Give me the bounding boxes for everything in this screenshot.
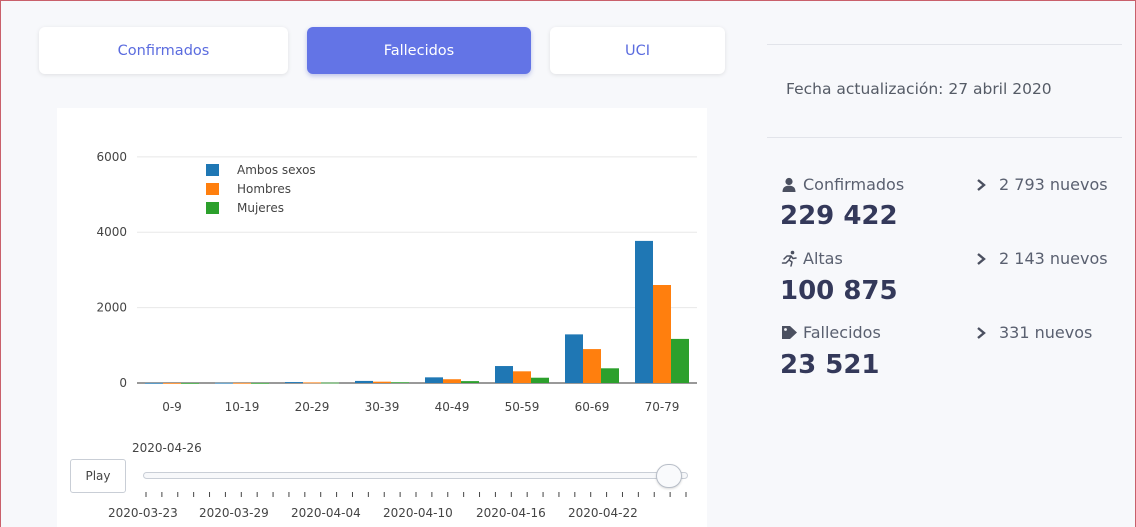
stat-fallecidos-new: 331 nuevos [972,323,1092,342]
stat-label-text: Confirmados [803,175,905,194]
stat-altas-value: 100 875 [780,276,898,306]
bar-hombres [303,382,321,384]
update-date: Fecha actualización: 27 abril 2020 [786,80,1052,98]
bar-hombres [653,285,671,383]
chart-card: 0 2000 4000 6000 0-9 10-19 20-29 30-39 40-49 50-5… [57,108,707,527]
tab-label: UCI [624,42,650,59]
legend-label: Ambos sexos [237,163,316,177]
x-tick-label: 60-69 [575,400,610,414]
bar-ambos-sexos [635,240,653,383]
legend-swatch [206,202,219,214]
stat-new-text: 331 nuevos [999,323,1093,342]
bar-mujeres [601,368,619,383]
user-icon [780,176,798,194]
x-tick-label: 30-39 [365,400,400,414]
bar-mujeres [251,382,269,384]
stat-label-text: Fallecidos [803,323,881,342]
stat-new-text: 2 793 nuevos [999,175,1108,194]
bar-mujeres [321,382,339,384]
bar-mujeres [531,377,549,383]
bar-mujeres [181,382,199,384]
x-tick-label: 0-9 [162,400,182,414]
stat-new-text: 2 143 nuevos [999,249,1108,268]
slider-date-label: 2020-04-22 [568,506,638,520]
stat-confirmados-label: Confirmados [780,175,904,194]
bar-ambos-sexos [565,334,583,383]
legend-label: Mujeres [237,201,284,215]
play-button[interactable]: Play [70,459,126,493]
x-tick-label: 20-29 [295,400,330,414]
legend-swatch [206,164,219,176]
bar-mujeres [461,381,479,383]
stat-altas-label: Altas [780,249,843,268]
bar-ambos-sexos [285,382,303,383]
stat-label-text: Altas [803,249,843,268]
x-tick-label: 70-79 [645,400,680,414]
stat-fallecidos-label: Fallecidos [780,323,881,342]
slider-date-label: 2020-03-29 [199,506,269,520]
slider-current-date: 2020-04-26 [132,441,202,455]
chevron-right-icon [972,176,990,194]
bar-ambos-sexos [425,377,443,383]
stat-confirmados-value: 229 422 [780,201,898,231]
y-tick-label: 6000 [96,150,127,164]
bar-hombres [163,382,181,384]
bar-ambos-sexos [495,366,513,383]
running-icon [780,250,798,268]
x-tick-label: 40-49 [435,400,470,414]
bar-ambos-sexos [355,380,373,383]
stat-altas-new: 2 143 nuevos [972,249,1108,268]
x-tick-label: 50-59 [505,400,540,414]
stat-fallecidos-value: 23 521 [780,350,880,380]
y-tick-label: 4000 [96,225,127,239]
y-tick-label: 0 [119,376,127,390]
play-button-label: Play [85,469,111,483]
chevron-right-icon [972,250,990,268]
legend-label: Hombres [237,182,291,196]
stat-confirmados-new: 2 793 nuevos [972,175,1108,194]
bar-hombres [513,371,531,383]
slider-date-label: 2020-04-16 [476,506,546,520]
tag-icon [780,324,798,342]
tab-label: Fallecidos [383,42,455,59]
bar-hombres [583,349,601,383]
slider-date-label: 2020-04-10 [383,506,453,520]
bar-hombres [373,381,391,383]
date-slider-track[interactable] [143,472,688,479]
y-tick-label: 2000 [96,301,127,315]
bar-hombres [233,382,251,384]
bar-chart: 0 2000 4000 6000 0-9 10-19 20-29 30-39 40-49 50-5… [96,150,697,414]
slider-date-label: 2020-03-23 [108,506,178,520]
tab-confirmados[interactable]: Confirmados [39,27,288,74]
bar-ambos-sexos [145,382,163,384]
bar-ambos-sexos [215,382,233,384]
bar-hombres [443,379,461,383]
tab-uci[interactable]: UCI [550,27,725,74]
slider-date-label: 2020-04-04 [291,506,361,520]
tab-label: Confirmados [117,42,210,59]
x-tick-label: 10-19 [225,400,260,414]
date-slider-handle[interactable] [656,464,682,488]
divider [767,44,1122,45]
chevron-right-icon [972,324,990,342]
slider-ticks [145,492,687,497]
bar-mujeres [671,338,689,383]
legend-swatch [206,183,219,195]
bar-mujeres [391,382,409,384]
divider [767,137,1122,138]
tab-fallecidos[interactable]: Fallecidos [307,27,531,74]
